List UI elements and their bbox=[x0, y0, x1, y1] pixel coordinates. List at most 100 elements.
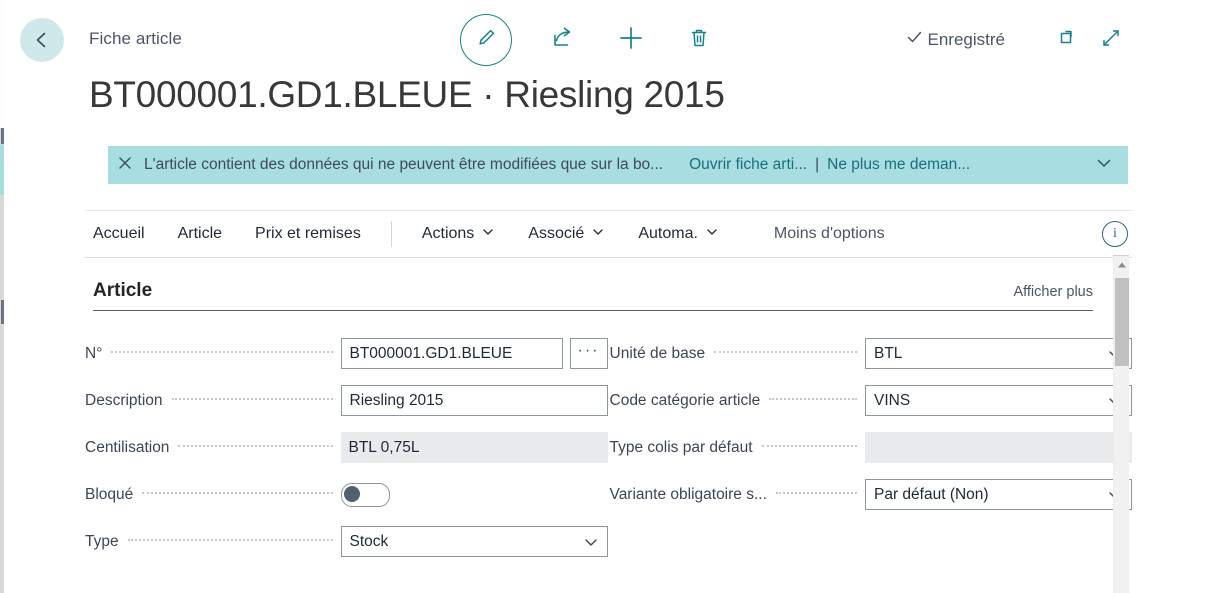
tab-prix-et-remises[interactable]: Prix et remises bbox=[255, 225, 361, 243]
banner-action-dont-ask-again[interactable]: Ne plus me deman... bbox=[827, 156, 970, 174]
bloque-toggle[interactable] bbox=[340, 482, 390, 507]
field-type-colis-par-defaut-control bbox=[865, 432, 1132, 463]
plus-new-icon bbox=[617, 24, 645, 57]
tab-prix-et-remises-label: Prix et remises bbox=[255, 225, 361, 242]
banner-actions: Ouvrir fiche arti... | Ne plus me deman.… bbox=[689, 156, 970, 174]
vertical-scrollbar[interactable] bbox=[1113, 256, 1129, 593]
dotted-leader bbox=[714, 350, 857, 353]
expand-fullscreen-icon bbox=[1100, 27, 1122, 54]
dotted-leader bbox=[111, 350, 333, 353]
field-bloque-label: Bloqué bbox=[85, 485, 134, 503]
field-type-label: Type bbox=[85, 532, 119, 550]
form-columns: N° ··· Description Centilisation bbox=[85, 330, 1132, 565]
show-more-link[interactable]: Afficher plus bbox=[1013, 284, 1093, 302]
share-icon bbox=[550, 25, 576, 56]
field-centilisation: Centilisation BTL 0,75L bbox=[85, 424, 608, 471]
field-code-categorie-article-label: Code catégorie article bbox=[609, 391, 761, 409]
form-column-left: N° ··· Description Centilisation bbox=[85, 330, 608, 565]
edge-segment-dark-bottom bbox=[1, 300, 4, 324]
field-type-colis-par-defaut: Type colis par défaut bbox=[609, 424, 1132, 471]
edge-segment-dark-top bbox=[1, 128, 4, 144]
description-input[interactable] bbox=[340, 385, 608, 416]
section-title: Article bbox=[93, 280, 153, 301]
field-type-colis-par-defaut-label: Type colis par défaut bbox=[609, 438, 753, 456]
banner-expand-button[interactable] bbox=[1074, 153, 1114, 178]
type-select[interactable]: Stock bbox=[340, 526, 608, 557]
chevron-down-icon bbox=[705, 225, 719, 244]
field-description-label: Description bbox=[85, 391, 163, 409]
menu-actions-label: Actions bbox=[421, 225, 475, 242]
top-command-bar: Fiche article Enregistré bbox=[5, 0, 1212, 78]
notification-banner: L'article contient des données qui ne pe… bbox=[108, 146, 1128, 184]
tab-article[interactable]: Article bbox=[178, 225, 222, 243]
unite-de-base-select[interactable]: BTL bbox=[865, 338, 1132, 369]
field-code-categorie-article-control: VINS bbox=[865, 385, 1132, 416]
action-ribbon: Accueil Article Prix et remises Actions … bbox=[85, 210, 1132, 258]
menu-associe[interactable]: Associé bbox=[528, 225, 605, 244]
chevron-down-icon bbox=[583, 534, 599, 550]
edge-segment-teal bbox=[0, 145, 4, 195]
new-button[interactable] bbox=[614, 23, 648, 57]
field-type: Type Stock bbox=[85, 518, 608, 565]
back-button[interactable] bbox=[20, 18, 64, 62]
open-in-new-window-button[interactable] bbox=[1053, 24, 1085, 56]
code-categorie-article-select[interactable]: VINS bbox=[865, 385, 1132, 416]
field-unite-de-base: Unité de base BTL bbox=[609, 330, 1132, 377]
scroll-up-button[interactable] bbox=[1114, 256, 1129, 273]
field-type-control: Stock bbox=[340, 526, 608, 557]
field-numero-control: ··· bbox=[340, 338, 608, 369]
banner-action-open-item-card[interactable]: Ouvrir fiche arti... bbox=[689, 156, 807, 174]
breadcrumb[interactable]: Fiche article bbox=[89, 29, 182, 49]
status-and-window-actions: Enregistré bbox=[906, 24, 1127, 56]
field-description: Description bbox=[85, 377, 608, 424]
field-centilisation-control: BTL 0,75L bbox=[340, 432, 608, 463]
open-in-new-window-icon bbox=[1058, 27, 1080, 54]
code-categorie-article-select-value: VINS bbox=[874, 392, 911, 409]
toggle-knob bbox=[343, 485, 360, 502]
field-description-control bbox=[340, 385, 608, 416]
field-bloque-control bbox=[340, 482, 608, 507]
banner-message: L'article contient des données qui ne pe… bbox=[144, 156, 664, 173]
pencil-edit-icon bbox=[474, 26, 498, 55]
info-glyph: i bbox=[1113, 226, 1117, 241]
dotted-leader bbox=[171, 397, 333, 400]
share-button[interactable] bbox=[546, 23, 580, 57]
page-title: BT000001.GD1.BLEUE · Riesling 2015 bbox=[89, 74, 725, 115]
dotted-leader bbox=[775, 491, 857, 494]
field-bloque: Bloqué bbox=[85, 471, 608, 518]
edge-segment-light bbox=[0, 0, 4, 128]
expand-fullscreen-button[interactable] bbox=[1095, 24, 1127, 56]
arrow-left-icon bbox=[31, 29, 53, 51]
scroll-up-arrow-icon bbox=[1117, 256, 1127, 274]
background-page-edge bbox=[0, 0, 4, 593]
close-x-icon bbox=[117, 155, 133, 176]
status-label: Enregistré bbox=[927, 30, 1005, 49]
menu-automatisation-label: Automa. bbox=[638, 225, 698, 242]
menu-actions[interactable]: Actions bbox=[422, 225, 495, 244]
chevron-down-icon bbox=[481, 225, 495, 244]
item-card-page: Fiche article Enregistré BT000001.GD1.BL… bbox=[5, 0, 1212, 593]
edit-button[interactable] bbox=[460, 14, 512, 66]
delete-button[interactable] bbox=[682, 23, 716, 57]
field-numero-label: N° bbox=[85, 344, 103, 362]
variante-obligatoire-select[interactable]: Par défaut (Non) bbox=[865, 479, 1132, 510]
ribbon-divider bbox=[390, 221, 392, 247]
type-select-value: Stock bbox=[349, 533, 389, 550]
vertical-scroll-thumb[interactable] bbox=[1115, 278, 1129, 366]
toggle-fewer-options[interactable]: Moins d'options bbox=[774, 225, 885, 243]
form-content-area: Article Afficher plus N° ··· Description bbox=[85, 258, 1132, 593]
fewer-options-label: Moins d'options bbox=[773, 225, 885, 242]
menu-automatisation[interactable]: Automa. bbox=[638, 225, 719, 244]
numero-input[interactable] bbox=[340, 338, 563, 369]
dotted-leader bbox=[761, 444, 857, 447]
field-variante-obligatoire-control: Par défaut (Non) bbox=[865, 479, 1132, 510]
status-badge: Enregistré bbox=[906, 29, 1005, 51]
banner-close-button[interactable] bbox=[108, 146, 142, 184]
info-circle-icon[interactable]: i bbox=[1102, 221, 1128, 247]
field-unite-de-base-label: Unité de base bbox=[609, 344, 706, 362]
tab-accueil[interactable]: Accueil bbox=[93, 225, 145, 243]
centilisation-readonly-value: BTL 0,75L bbox=[340, 432, 608, 463]
numero-assist-button[interactable]: ··· bbox=[569, 338, 608, 369]
chevron-down-icon bbox=[1094, 153, 1114, 178]
tab-accueil-label: Accueil bbox=[93, 225, 145, 242]
